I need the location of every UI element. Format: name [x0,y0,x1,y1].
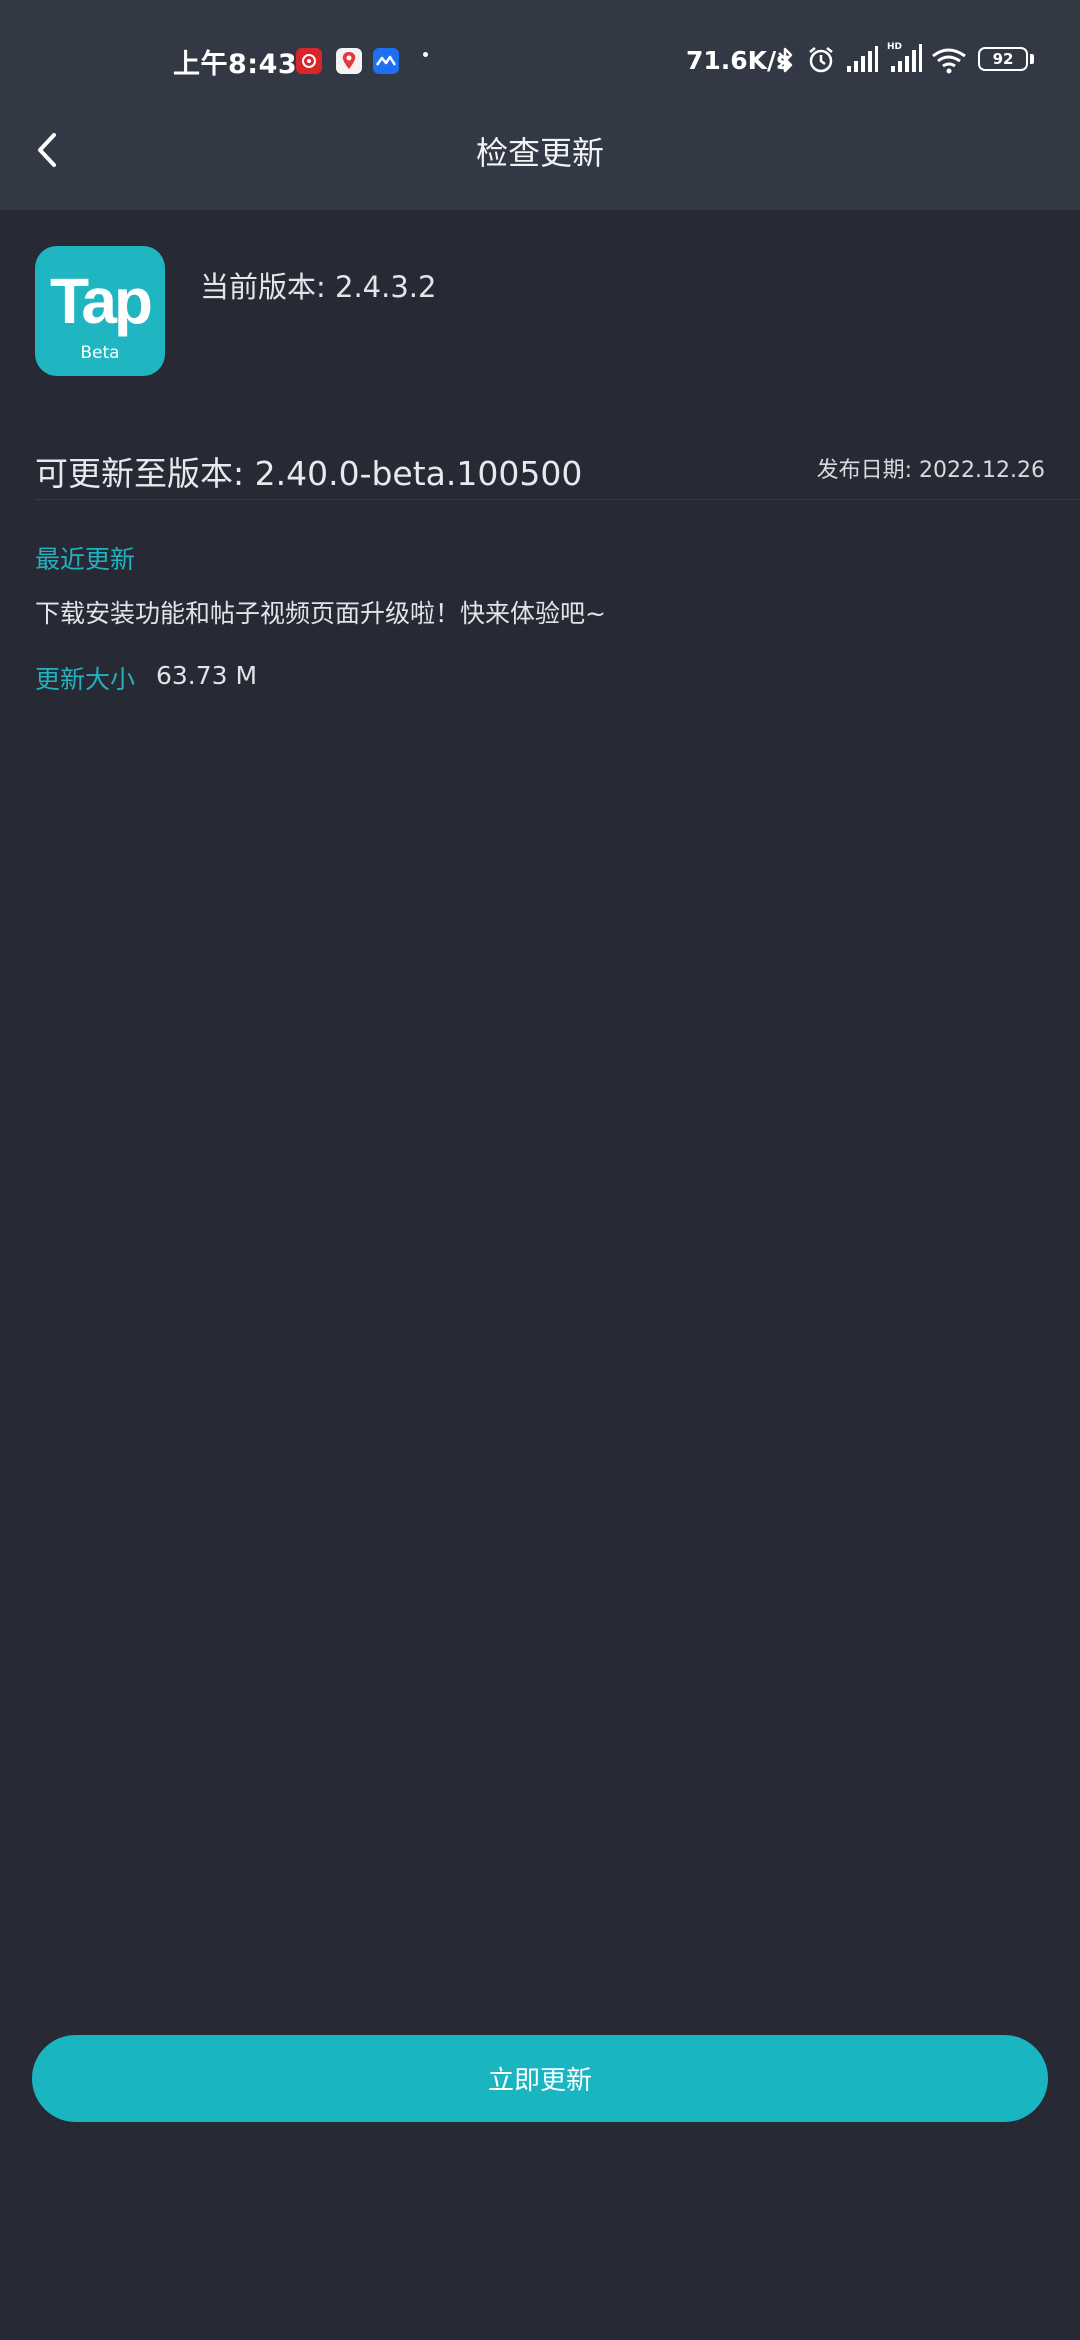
feishu-icon [373,48,399,74]
status-bar: 上午8:43 71.6K/s HD 92 [0,0,1080,120]
bluetooth-icon [778,47,793,73]
release-date: 发布日期: 2022.12.26 [816,458,1045,483]
battery-indicator: 92 [978,47,1028,71]
page-title: 检查更新 [475,134,604,172]
battery-tip [1030,54,1034,64]
current-version: 当前版本: 2.4.3.2 [200,270,437,304]
target-version: 可更新至版本: 2.40.0-beta.100500 [35,454,583,493]
status-time: 上午8:43 [173,49,298,80]
update-size-value: 63.73 M [156,661,258,690]
update-size-label: 更新大小 [35,665,136,694]
wifi-icon [932,48,966,74]
netease-music-icon [296,48,322,74]
maps-icon [336,48,362,74]
signal-hd-icon: HD [887,42,922,72]
svg-text:HD: HD [887,42,902,52]
recent-update-label: 最近更新 [35,545,136,574]
alarm-icon [809,47,833,73]
divider [35,499,1080,500]
recent-update-text: 下载安装功能和帖子视频页面升级啦！快来体验吧~ [35,599,606,628]
update-now-button[interactable]: 立即更新 [32,2035,1048,2122]
header: 上午8:43 71.6K/s HD 92 检查更新 [0,0,1080,210]
app-icon-beta-text: Beta [80,343,120,363]
signal-icon [847,46,878,72]
battery-level: 92 [992,50,1014,68]
app-icon-logo-text: Tap [49,265,153,337]
more-notifications-dot [423,52,428,57]
app-icon: Tap Beta [35,246,165,376]
